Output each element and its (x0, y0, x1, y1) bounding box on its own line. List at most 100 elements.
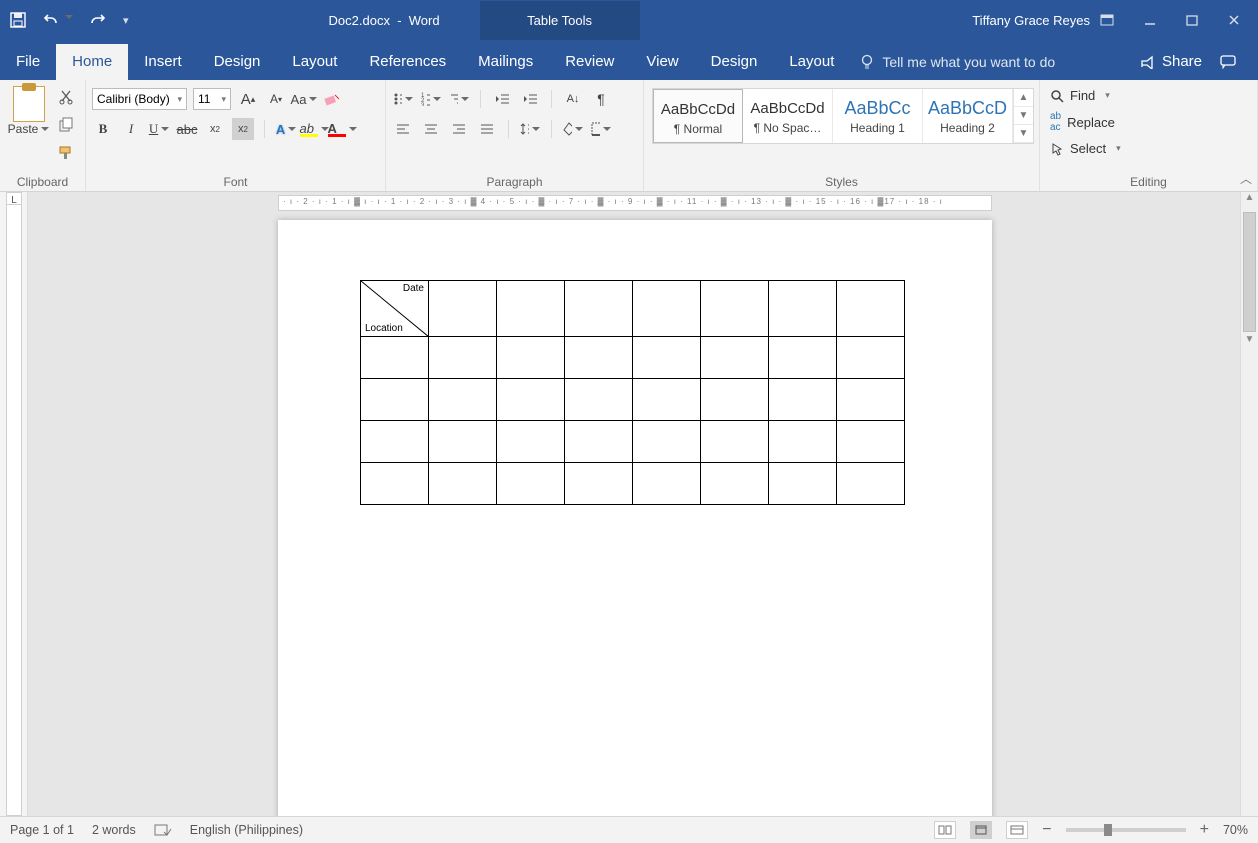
increase-indent-icon[interactable] (519, 88, 541, 110)
table-cell[interactable] (565, 337, 633, 379)
comments-icon[interactable] (1220, 55, 1238, 69)
table-cell[interactable] (837, 281, 905, 337)
copy-icon[interactable] (55, 114, 77, 136)
close-icon[interactable] (1228, 14, 1240, 26)
tab-design[interactable]: Design (198, 44, 277, 80)
table-cell[interactable] (701, 421, 769, 463)
share-button[interactable]: Share (1140, 53, 1202, 70)
table-cell[interactable] (837, 421, 905, 463)
cut-icon[interactable] (55, 86, 77, 108)
table-cell[interactable] (361, 463, 429, 505)
diagonal-header-cell[interactable]: Date Location (361, 281, 429, 337)
table-cell[interactable] (429, 463, 497, 505)
horizontal-ruler[interactable]: · ı · 2 · ı · 1 · ı ▓ ı · ı · 1 · ı · 2 … (28, 192, 1258, 214)
tell-me-search[interactable]: Tell me what you want to do (850, 54, 1065, 80)
table-cell[interactable] (429, 281, 497, 337)
scroll-down-icon[interactable]: ▼ (1241, 334, 1258, 352)
page-indicator[interactable]: Page 1 of 1 (10, 823, 74, 837)
table-cell[interactable] (361, 337, 429, 379)
style-normal[interactable]: AaBbCcDd ¶ Normal (653, 89, 743, 143)
table-cell[interactable] (565, 379, 633, 421)
spellcheck-icon[interactable] (154, 823, 172, 837)
undo-icon[interactable] (42, 13, 73, 27)
table-cell[interactable] (497, 463, 565, 505)
table-cell[interactable] (565, 463, 633, 505)
page[interactable]: Date Location (278, 220, 992, 816)
borders-icon[interactable] (590, 118, 612, 140)
vertical-ruler[interactable]: L (0, 192, 28, 816)
minimize-icon[interactable] (1144, 14, 1156, 26)
table-cell[interactable] (633, 379, 701, 421)
strikethrough-button[interactable]: abc (176, 118, 198, 140)
table-cell[interactable] (633, 463, 701, 505)
language-indicator[interactable]: English (Philippines) (190, 823, 303, 837)
grow-font-icon[interactable]: A▴ (237, 88, 259, 110)
table-cell[interactable] (701, 337, 769, 379)
table-cell[interactable] (837, 379, 905, 421)
underline-button[interactable]: U (148, 118, 170, 140)
table-cell[interactable] (769, 463, 837, 505)
font-size-combo[interactable]: 11▾ (193, 88, 231, 110)
table-cell[interactable] (633, 281, 701, 337)
ribbon-display-icon[interactable] (1100, 14, 1114, 26)
zoom-in-icon[interactable]: + (1200, 821, 1209, 839)
tab-table-design[interactable]: Design (695, 44, 774, 80)
format-painter-icon[interactable] (55, 142, 77, 164)
table-cell[interactable] (769, 421, 837, 463)
table-cell[interactable] (701, 379, 769, 421)
table-cell[interactable] (497, 421, 565, 463)
table-row[interactable]: Date Location (361, 281, 905, 337)
styles-more-icon[interactable]: ▼ (1014, 125, 1033, 143)
table-cell[interactable] (429, 337, 497, 379)
font-color-icon[interactable]: A (331, 118, 353, 140)
styles-row-up-icon[interactable]: ▲ (1014, 89, 1033, 107)
replace-button[interactable]: abac Replace (1046, 109, 1119, 135)
subscript-button[interactable]: x2 (204, 118, 226, 140)
redo-icon[interactable] (89, 13, 107, 27)
zoom-out-icon[interactable]: − (1042, 821, 1051, 839)
qat-customize-icon[interactable]: ▾ (123, 14, 129, 27)
font-name-combo[interactable]: Calibri (Body)▾ (92, 88, 187, 110)
change-case-icon[interactable]: Aa (293, 88, 315, 110)
read-mode-icon[interactable] (934, 821, 956, 839)
table-cell[interactable] (769, 379, 837, 421)
align-center-icon[interactable] (420, 118, 442, 140)
table-cell[interactable] (565, 421, 633, 463)
tab-review[interactable]: Review (549, 44, 630, 80)
print-layout-icon[interactable] (970, 821, 992, 839)
styles-row-down-icon[interactable]: ▼ (1014, 107, 1033, 125)
show-marks-icon[interactable]: ¶ (590, 88, 612, 110)
tab-layout[interactable]: Layout (276, 44, 353, 80)
tab-insert[interactable]: Insert (128, 44, 198, 80)
document-table[interactable]: Date Location (360, 280, 905, 505)
tab-file[interactable]: File (0, 44, 56, 80)
tab-view[interactable]: View (630, 44, 694, 80)
style-heading2[interactable]: AaBbCcD Heading 2 (923, 89, 1013, 143)
table-cell[interactable] (633, 337, 701, 379)
select-button[interactable]: Select▾ (1046, 139, 1125, 158)
table-cell[interactable] (837, 463, 905, 505)
table-cell[interactable] (429, 379, 497, 421)
tab-table-layout[interactable]: Layout (773, 44, 850, 80)
clear-formatting-icon[interactable] (321, 88, 343, 110)
paste-button[interactable]: Paste (6, 84, 51, 136)
find-button[interactable]: Find▾ (1046, 86, 1114, 105)
table-cell[interactable] (497, 337, 565, 379)
table-cell[interactable] (497, 379, 565, 421)
table-cell[interactable] (565, 281, 633, 337)
table-cell[interactable] (769, 281, 837, 337)
web-layout-icon[interactable] (1006, 821, 1028, 839)
style-heading1[interactable]: AaBbCc Heading 1 (833, 89, 923, 143)
zoom-slider[interactable] (1066, 828, 1186, 832)
collapse-ribbon-icon[interactable]: ︿ (1240, 170, 1252, 187)
save-icon[interactable] (10, 12, 26, 28)
table-cell[interactable] (497, 281, 565, 337)
highlight-icon[interactable]: ab (303, 118, 325, 140)
line-spacing-icon[interactable] (519, 118, 541, 140)
styles-gallery[interactable]: AaBbCcDd ¶ Normal AaBbCcDd ¶ No Spac… Aa… (652, 88, 1034, 144)
maximize-icon[interactable] (1186, 14, 1198, 26)
bold-button[interactable]: B (92, 118, 114, 140)
table-cell[interactable] (769, 337, 837, 379)
word-count[interactable]: 2 words (92, 823, 136, 837)
tab-home[interactable]: Home (56, 44, 128, 80)
